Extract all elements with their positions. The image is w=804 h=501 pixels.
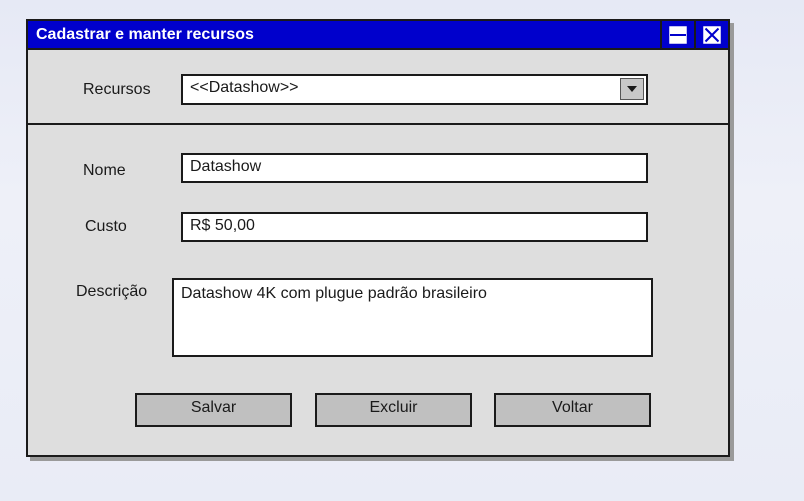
recursos-label: Recursos [83,81,151,98]
recursos-selected-value: <<Datashow>> [190,79,299,96]
voltar-button[interactable]: Voltar [494,393,651,427]
descricao-label: Descrição [76,283,148,300]
close-icon [703,25,721,44]
recursos-select[interactable]: <<Datashow>> [181,74,648,105]
nome-input[interactable]: Datashow [181,153,648,183]
window-title: Cadastrar e manter recursos [36,26,254,43]
custo-label: Custo [85,218,127,235]
title-bar: Cadastrar e manter recursos [28,21,728,50]
salvar-button[interactable]: Salvar [135,393,292,427]
section-divider [28,123,728,125]
close-button[interactable] [694,21,728,48]
excluir-button[interactable]: Excluir [315,393,472,427]
resource-window: Cadastrar e manter recursos Recursos <<D… [26,19,730,457]
custo-input[interactable]: R$ 50,00 [181,212,648,242]
nome-label: Nome [83,162,126,179]
chevron-down-icon [627,86,637,92]
maximize-icon [669,25,687,44]
maximize-button[interactable] [660,21,694,48]
descricao-textarea[interactable]: Datashow 4K com plugue padrão brasileiro [172,278,653,357]
dropdown-button[interactable] [620,78,644,100]
